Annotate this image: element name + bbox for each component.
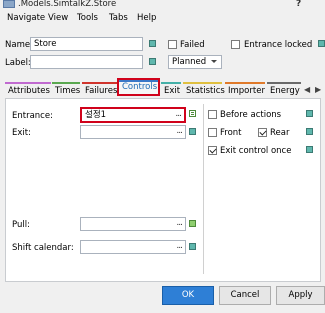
tab-importer[interactable]: Importer [225, 82, 265, 98]
menu-view[interactable]: View [48, 13, 68, 23]
menu-tabs[interactable]: Tabs [109, 13, 128, 23]
tab-color-bar [267, 82, 301, 84]
name-inherit-icon[interactable] [149, 40, 156, 47]
pull-inherit-icon[interactable] [189, 220, 196, 227]
entrance-input[interactable]: 설정1 ... [80, 107, 186, 123]
exit-control-once-checkbox[interactable] [208, 146, 217, 155]
tab-color-bar [119, 80, 158, 82]
name-input[interactable]: Store [30, 37, 143, 51]
tab-color-bar [183, 82, 222, 84]
apply-button[interactable]: Apply [276, 286, 325, 305]
panel-divider [203, 104, 204, 274]
front-rear-inherit-icon[interactable] [306, 128, 313, 135]
menu-help[interactable]: Help [137, 13, 156, 23]
tab-attributes[interactable]: Attributes [5, 82, 51, 98]
entrance-locked-checkbox[interactable] [231, 40, 240, 49]
shift-calendar-inherit-icon[interactable] [189, 243, 196, 250]
shift-calendar-label: Shift calendar: [12, 243, 74, 253]
before-actions-label: Before actions [220, 110, 282, 120]
rear-label: Rear [270, 128, 290, 138]
window-title: .Models.SimtalkZ.Store [18, 0, 117, 9]
tab-exit[interactable]: Exit [161, 82, 181, 98]
tab-color-bar [161, 82, 181, 84]
menu-navigate[interactable]: Navigate [7, 13, 45, 23]
failed-checkbox[interactable] [168, 40, 177, 49]
tab-scroll-left-icon[interactable]: ◀ [304, 85, 310, 94]
tab-scroll-right-icon[interactable]: ▶ [315, 85, 321, 94]
tab-color-bar [5, 82, 51, 84]
entrance-browse-button[interactable]: ... [175, 109, 182, 119]
exit-control-once-inherit-icon[interactable] [306, 146, 313, 153]
front-label: Front [220, 128, 242, 138]
label-inherit-icon[interactable] [149, 58, 156, 65]
failed-label: Failed [180, 40, 205, 50]
entrance-value: 설정1 [85, 110, 107, 120]
tab-label: Controls [122, 82, 158, 92]
tab-label: Failures [85, 86, 118, 96]
entrance-label: Entrance: [12, 111, 53, 121]
tab-controls[interactable]: Controls [117, 78, 160, 96]
tab-label: Exit [164, 86, 181, 96]
cancel-button[interactable]: Cancel [219, 286, 271, 305]
before-actions-checkbox[interactable] [208, 110, 217, 119]
pull-label: Pull: [12, 220, 30, 230]
exit-browse-button[interactable]: ... [176, 126, 183, 136]
before-actions-inherit-icon[interactable] [306, 110, 313, 117]
tab-bar: Attributes Times Failures Controls Exit … [0, 78, 325, 98]
exit-input[interactable]: ... [80, 125, 186, 139]
tab-color-bar [225, 82, 265, 84]
tab-color-bar [52, 82, 80, 84]
ok-button[interactable]: OK [162, 286, 214, 305]
tab-label: Times [55, 86, 81, 96]
menu-tools[interactable]: Tools [77, 13, 98, 23]
chevron-down-icon [211, 60, 217, 63]
tab-statistics[interactable]: Statistics [183, 82, 225, 98]
status-dropdown-value: Planned [172, 57, 207, 67]
label-input[interactable] [30, 55, 143, 69]
tab-label: Importer [228, 86, 265, 96]
menu-bar: Navigate View Tools Tabs Help [0, 11, 325, 27]
status-dropdown[interactable]: Planned [168, 55, 222, 69]
exit-control-once-label: Exit control once [220, 146, 292, 156]
pull-input[interactable]: ... [80, 217, 186, 231]
shift-calendar-browse-button[interactable]: ... [176, 241, 183, 251]
entrance-locked-inherit-icon[interactable] [318, 40, 325, 47]
app-icon [3, 0, 15, 8]
entrance-locked-label: Entrance locked [244, 40, 313, 50]
label-label: Label: [5, 58, 31, 68]
pull-browse-button[interactable]: ... [176, 218, 183, 228]
rear-checkbox[interactable] [258, 128, 267, 137]
exit-label: Exit: [12, 128, 31, 138]
entrance-editor-icon[interactable] [189, 110, 196, 117]
tab-label: Attributes [8, 86, 50, 96]
exit-inherit-icon[interactable] [189, 128, 196, 135]
tab-color-bar [82, 82, 117, 84]
name-label: Name: [5, 40, 33, 50]
tab-energy[interactable]: Energy [267, 82, 301, 98]
shift-calendar-input[interactable]: ... [80, 240, 186, 254]
tab-times[interactable]: Times [52, 82, 81, 98]
tab-failures[interactable]: Failures [82, 82, 118, 98]
tab-label: Energy [270, 86, 300, 96]
title-bar: .Models.SimtalkZ.Store ? [0, 0, 325, 10]
help-button[interactable]: ? [296, 0, 301, 9]
front-checkbox[interactable] [208, 128, 217, 137]
tab-label: Statistics [186, 86, 225, 96]
